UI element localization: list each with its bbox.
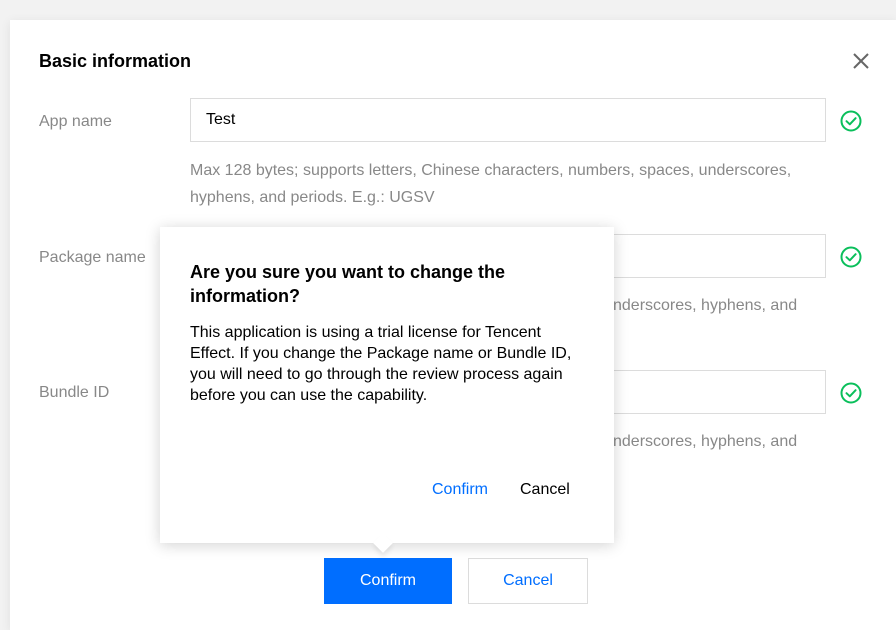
dialog-title: Basic information xyxy=(39,51,192,71)
package-name-hint: nderscores, hyphens, and xyxy=(613,297,798,314)
bundle-id-hint: nderscores, hyphens, and xyxy=(613,433,798,450)
package-name-label: Package name xyxy=(39,249,146,266)
app-name-input[interactable] xyxy=(190,98,826,142)
check-circle-icon xyxy=(840,382,862,404)
confirm-button[interactable]: Confirm xyxy=(324,558,452,604)
close-icon[interactable] xyxy=(848,48,874,74)
cancel-button[interactable]: Cancel xyxy=(468,558,588,604)
change-confirmation-popover: Are you sure you want to change the info… xyxy=(160,227,614,553)
popover-message: This application is using a trial licens… xyxy=(190,324,572,404)
check-circle-icon xyxy=(840,110,862,132)
popover-title: Are you sure you want to change the info… xyxy=(190,262,506,306)
app-name-label: App name xyxy=(39,113,112,130)
bundle-id-label: Bundle ID xyxy=(39,384,110,401)
check-circle-icon xyxy=(840,246,862,268)
app-name-hint: Max 128 bytes; supports letters, Chinese… xyxy=(190,162,792,206)
popover-confirm-button[interactable]: Confirm xyxy=(432,480,488,500)
popover-cancel-button[interactable]: Cancel xyxy=(520,480,570,500)
